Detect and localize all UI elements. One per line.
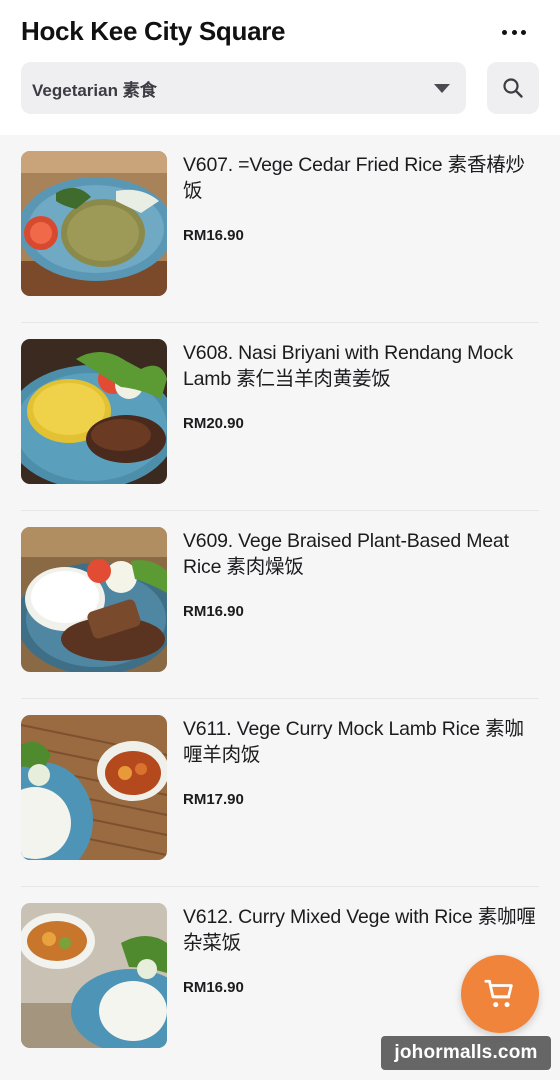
category-dropdown[interactable]: Vegetarian 素食: [21, 62, 466, 114]
app-header: Hock Kee City Square Vegetarian 素食: [0, 0, 560, 135]
category-selected-label: Vegetarian 素食: [32, 80, 157, 100]
search-icon: [503, 78, 523, 98]
more-horizontal-icon[interactable]: [502, 22, 526, 42]
page-title: Hock Kee City Square: [21, 16, 286, 46]
food-photo: [21, 715, 167, 860]
watermark: johormalls.com: [381, 1036, 551, 1070]
item-name: V609. Vege Braised Plant-Based Meat Rice…: [183, 530, 509, 578]
search-button[interactable]: [487, 62, 539, 114]
menu-item[interactable]: V609. Vege Braised Plant-Based Meat Rice…: [0, 511, 560, 699]
item-price: RM16.90: [183, 227, 244, 244]
food-photo: [21, 903, 167, 1048]
menu-item[interactable]: V608. Nasi Briyani with Rendang Mock Lam…: [0, 323, 560, 511]
caret-down-icon: [434, 83, 450, 93]
food-photo: [21, 151, 167, 296]
item-price: RM16.90: [183, 979, 244, 996]
item-price: RM16.90: [183, 603, 244, 620]
item-price: RM17.90: [183, 791, 244, 808]
item-name: V608. Nasi Briyani with Rendang Mock Lam…: [183, 342, 513, 390]
menu-item[interactable]: V607. =Vege Cedar Fried Rice 素香椿炒饭 RM16.…: [0, 135, 560, 323]
item-name: V612. Curry Mixed Vege with Rice 素咖喱杂菜饭: [183, 906, 536, 954]
food-photo: [21, 339, 167, 484]
cart-button[interactable]: [461, 955, 539, 1033]
menu-item[interactable]: V611. Vege Curry Mock Lamb Rice 素咖喱羊肉饭 R…: [0, 699, 560, 887]
item-name: V611. Vege Curry Mock Lamb Rice 素咖喱羊肉饭: [183, 718, 524, 766]
item-price: RM20.90: [183, 415, 244, 432]
item-name: V607. =Vege Cedar Fried Rice 素香椿炒饭: [183, 154, 525, 202]
shopping-cart-icon: [484, 979, 513, 1008]
food-photo: [21, 527, 167, 672]
